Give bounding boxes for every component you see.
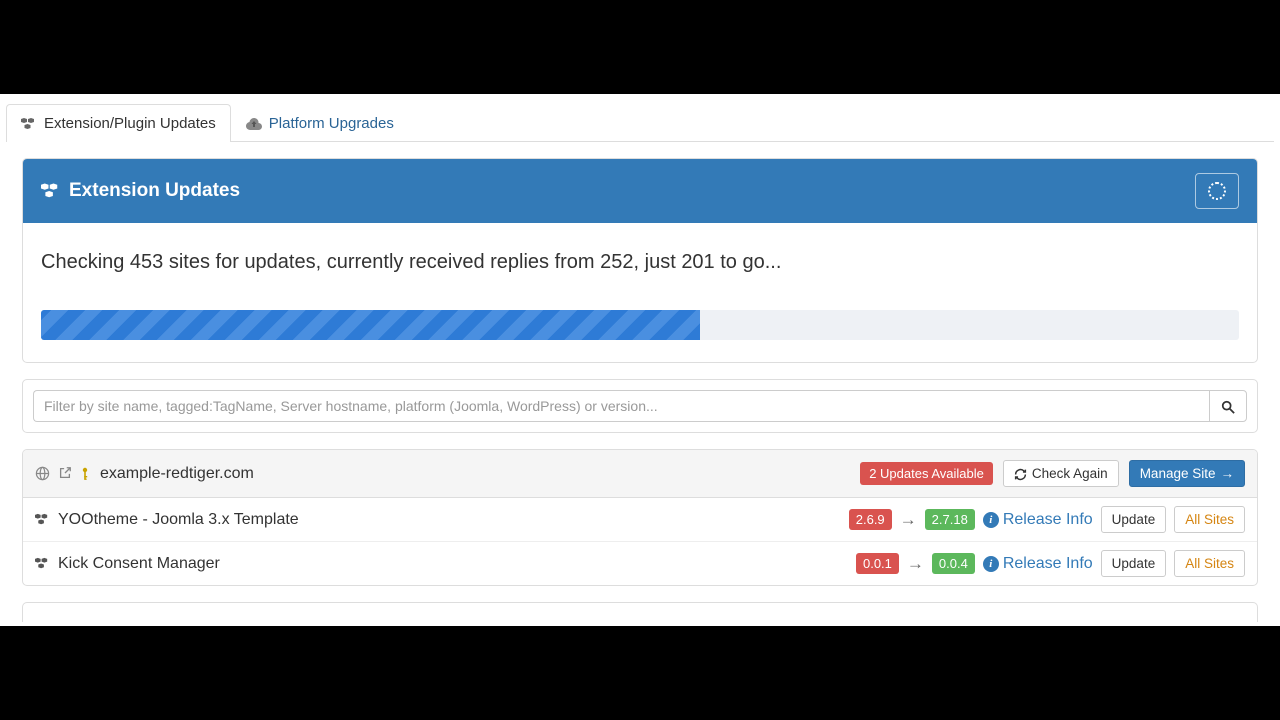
search-icon: [1221, 398, 1235, 413]
letterbox-bottom: [0, 626, 1280, 720]
extension-row: YOOtheme - Joomla 3.x Template 2.6.9 → 2…: [23, 498, 1257, 542]
all-sites-button[interactable]: All Sites: [1174, 506, 1245, 533]
site-block-peek: [22, 602, 1258, 622]
all-sites-button[interactable]: All Sites: [1174, 550, 1245, 577]
button-label: Check Again: [1032, 466, 1108, 481]
globe-icon[interactable]: [35, 465, 50, 483]
site-name[interactable]: example-redtiger.com: [100, 465, 254, 483]
link-label: Release Info: [1003, 511, 1093, 529]
cubes-icon: [35, 511, 50, 529]
tab-platform-upgrades[interactable]: Platform Upgrades: [231, 104, 409, 142]
version-from: 2.6.9: [849, 509, 892, 530]
version-to: 2.7.18: [925, 509, 975, 530]
key-icon[interactable]: [80, 466, 90, 482]
button-label: Manage Site: [1140, 466, 1216, 481]
arrow-right-icon: →: [900, 510, 917, 530]
version-from: 0.0.1: [856, 553, 899, 574]
arrow-right-icon: →: [907, 554, 924, 574]
refresh-icon: [1014, 466, 1027, 481]
external-link-icon[interactable]: [58, 465, 72, 483]
button-label: Update: [1112, 556, 1156, 571]
tab-label: Extension/Plugin Updates: [44, 115, 216, 132]
arrow-right-icon: →: [1221, 466, 1235, 481]
extension-row: Kick Consent Manager 0.0.1 → 0.0.4 i Rel…: [23, 542, 1257, 585]
progress-bar-track: [41, 310, 1239, 340]
button-label: All Sites: [1185, 512, 1234, 527]
site-block: example-redtiger.com 2 Updates Available…: [22, 449, 1258, 586]
loading-spinner: [1195, 173, 1239, 209]
letterbox-top: [0, 0, 1280, 94]
version-to: 0.0.4: [932, 553, 975, 574]
filter-input[interactable]: [33, 390, 1209, 422]
search-button[interactable]: [1209, 390, 1247, 422]
cubes-icon: [35, 555, 50, 573]
link-label: Release Info: [1003, 555, 1093, 573]
panel-header: Extension Updates: [23, 159, 1257, 223]
check-again-button[interactable]: Check Again: [1003, 460, 1119, 487]
tab-bar: Extension/Plugin Updates Platform Upgrad…: [6, 102, 1274, 142]
cubes-icon: [41, 180, 61, 202]
progress-bar-fill: [41, 310, 700, 340]
manage-site-button[interactable]: Manage Site →: [1129, 460, 1245, 487]
extension-name: Kick Consent Manager: [58, 555, 220, 573]
tab-label: Platform Upgrades: [269, 115, 394, 132]
tab-extension-updates[interactable]: Extension/Plugin Updates: [6, 104, 231, 142]
button-label: Update: [1112, 512, 1156, 527]
filter-panel: [22, 379, 1258, 433]
update-button[interactable]: Update: [1101, 506, 1167, 533]
info-icon: i: [983, 512, 999, 528]
updates-available-badge: 2 Updates Available: [860, 462, 993, 485]
cubes-icon: [21, 115, 37, 132]
cloud-upload-icon: [246, 115, 262, 132]
info-icon: i: [983, 556, 999, 572]
status-text: Checking 453 sites for updates, currentl…: [41, 251, 1239, 274]
release-info-link[interactable]: i Release Info: [983, 555, 1093, 573]
extension-updates-panel: Extension Updates Checking 453 sites for…: [22, 158, 1258, 363]
extension-name: YOOtheme - Joomla 3.x Template: [58, 511, 299, 529]
panel-title: Extension Updates: [69, 180, 240, 202]
release-info-link[interactable]: i Release Info: [983, 511, 1093, 529]
site-header: example-redtiger.com 2 Updates Available…: [23, 450, 1257, 498]
update-button[interactable]: Update: [1101, 550, 1167, 577]
button-label: All Sites: [1185, 556, 1234, 571]
